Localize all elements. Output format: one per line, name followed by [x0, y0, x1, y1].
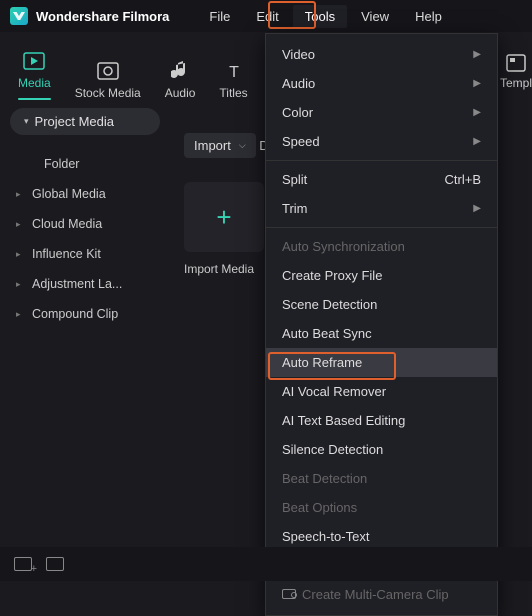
sidebar-item-influence-kit[interactable]: ▸ Influence Kit — [10, 239, 160, 269]
tab-label: Templ — [500, 76, 532, 90]
chevron-right-icon: ▶ — [473, 49, 481, 60]
folder-label: Folder — [44, 157, 79, 171]
sidebar-item-cloud-media[interactable]: ▸ Cloud Media — [10, 209, 160, 239]
tab-label: Audio — [165, 86, 196, 100]
camera-icon — [282, 589, 296, 599]
audio-icon — [169, 60, 191, 82]
sidebar-item-label: Influence Kit — [32, 247, 101, 261]
shortcut-label: Ctrl+B — [445, 172, 481, 187]
menu-item-label: Auto Beat Sync — [282, 326, 372, 341]
menu-item-label: AI Vocal Remover — [282, 384, 386, 399]
chevron-right-icon: ▸ — [16, 309, 24, 320]
menu-item-label: AI Text Based Editing — [282, 413, 405, 428]
menu-item-trim[interactable]: Trim ▶ — [266, 194, 497, 223]
app-logo-icon — [10, 7, 28, 25]
media-icon — [23, 50, 45, 72]
tab-templates[interactable]: Templ — [500, 54, 532, 90]
menu-item-split[interactable]: Split Ctrl+B — [266, 165, 497, 194]
menu-item-beat-options: Beat Options — [266, 493, 497, 522]
menu-item-beat-detection: Beat Detection — [266, 464, 497, 493]
tab-titles[interactable]: T Titles — [219, 60, 247, 100]
import-label: Import — [194, 138, 231, 153]
tab-label: Media — [18, 76, 51, 90]
sidebar: ▾ Project Media Folder ▸ Global Media ▸ Cl… — [0, 108, 170, 329]
project-media-chip[interactable]: ▾ Project Media — [10, 108, 160, 135]
menu-item-ai-text-based-editing[interactable]: AI Text Based Editing — [266, 406, 497, 435]
chevron-down-icon: ⌵ — [239, 140, 246, 151]
menu-item-auto-beat-sync[interactable]: Auto Beat Sync — [266, 319, 497, 348]
chip-label: Project Media — [35, 114, 114, 129]
menu-item-silence-detection[interactable]: Silence Detection — [266, 435, 497, 464]
menu-item-ai-vocal-remover[interactable]: AI Vocal Remover — [266, 377, 497, 406]
menu-item-label: Video — [282, 47, 315, 62]
chevron-right-icon: ▸ — [16, 249, 24, 260]
menu-item-create-proxy-file[interactable]: Create Proxy File — [266, 261, 497, 290]
menu-item-label: Split — [282, 172, 307, 187]
bottom-bar — [0, 547, 532, 581]
folder-icon[interactable] — [46, 557, 64, 571]
menu-item-label: Silence Detection — [282, 442, 383, 457]
new-folder-icon[interactable] — [14, 557, 32, 571]
sidebar-folder[interactable]: Folder — [10, 149, 160, 179]
menu-item-scene-detection[interactable]: Scene Detection — [266, 290, 497, 319]
menu-item-label: Speed — [282, 134, 320, 149]
sidebar-item-compound-clip[interactable]: ▸ Compound Clip — [10, 299, 160, 329]
chevron-right-icon: ▸ — [16, 219, 24, 230]
title-bar: Wondershare Filmora File Edit Tools View… — [0, 0, 532, 32]
menu-item-label: Scene Detection — [282, 297, 377, 312]
sidebar-item-label: Compound Clip — [32, 307, 118, 321]
menu-item-label: Trim — [282, 201, 308, 216]
menu-item-label: Color — [282, 105, 313, 120]
menu-item-label: Audio — [282, 76, 315, 91]
menu-file[interactable]: File — [197, 5, 242, 28]
menu-item-color[interactable]: Color ▶ — [266, 98, 497, 127]
templates-icon — [506, 54, 526, 72]
menu-item-audio[interactable]: Audio ▶ — [266, 69, 497, 98]
separator — [266, 160, 497, 161]
menu-item-label: Beat Detection — [282, 471, 367, 486]
menu-help[interactable]: Help — [403, 5, 454, 28]
svg-text:T: T — [229, 64, 239, 80]
separator — [266, 227, 497, 228]
tab-stock-media[interactable]: Stock Media — [75, 60, 141, 100]
tab-label: Titles — [219, 86, 247, 100]
menu-item-label: Auto Reframe — [282, 355, 362, 370]
menu-item-label: Speech-to-Text — [282, 529, 369, 544]
menu-item-auto-reframe[interactable]: Auto Reframe — [266, 348, 497, 377]
chevron-right-icon: ▶ — [473, 203, 481, 214]
menu-item-auto-synchronization: Auto Synchronization — [266, 232, 497, 261]
sidebar-item-adjustment-layer[interactable]: ▸ Adjustment La... — [10, 269, 160, 299]
stock-media-icon — [97, 60, 119, 82]
menu-item-label: Create Multi-Camera Clip — [282, 587, 449, 602]
chevron-right-icon: ▸ — [16, 189, 24, 200]
app-title: Wondershare Filmora — [36, 9, 169, 24]
menu-item-label: Auto Synchronization — [282, 239, 405, 254]
tab-media[interactable]: Media — [18, 50, 51, 100]
tools-dropdown: Video ▶ Audio ▶ Color ▶ Speed ▶ Split Ctrl+B Trim ▶… — [265, 33, 498, 616]
tab-audio[interactable]: Audio — [165, 60, 196, 100]
menu-item-label: Create Proxy File — [282, 268, 382, 283]
chevron-right-icon: ▸ — [16, 279, 24, 290]
menu-item-label: Beat Options — [282, 500, 357, 515]
sidebar-item-global-media[interactable]: ▸ Global Media — [10, 179, 160, 209]
chevron-right-icon: ▶ — [473, 78, 481, 89]
titles-icon: T — [223, 60, 245, 82]
sidebar-item-label: Cloud Media — [32, 217, 102, 231]
plus-icon: + — [216, 202, 231, 233]
menu-bar: File Edit Tools View Help — [197, 5, 453, 28]
sidebar-item-label: Global Media — [32, 187, 106, 201]
tab-label: Stock Media — [75, 86, 141, 100]
menu-tools[interactable]: Tools — [293, 5, 347, 28]
import-drop-area[interactable]: + — [184, 182, 264, 252]
import-button[interactable]: Import ⌵ — [184, 133, 256, 158]
menu-item-create-multi-camera-clip: Create Multi-Camera Clip — [266, 580, 497, 609]
menu-edit[interactable]: Edit — [244, 5, 290, 28]
chevron-right-icon: ▶ — [473, 136, 481, 147]
menu-item-speed[interactable]: Speed ▶ — [266, 127, 497, 156]
sidebar-item-label: Adjustment La... — [32, 277, 122, 291]
chevron-right-icon: ▶ — [473, 107, 481, 118]
chevron-down-icon: ▾ — [24, 116, 29, 127]
menu-view[interactable]: View — [349, 5, 401, 28]
menu-item-video[interactable]: Video ▶ — [266, 40, 497, 69]
